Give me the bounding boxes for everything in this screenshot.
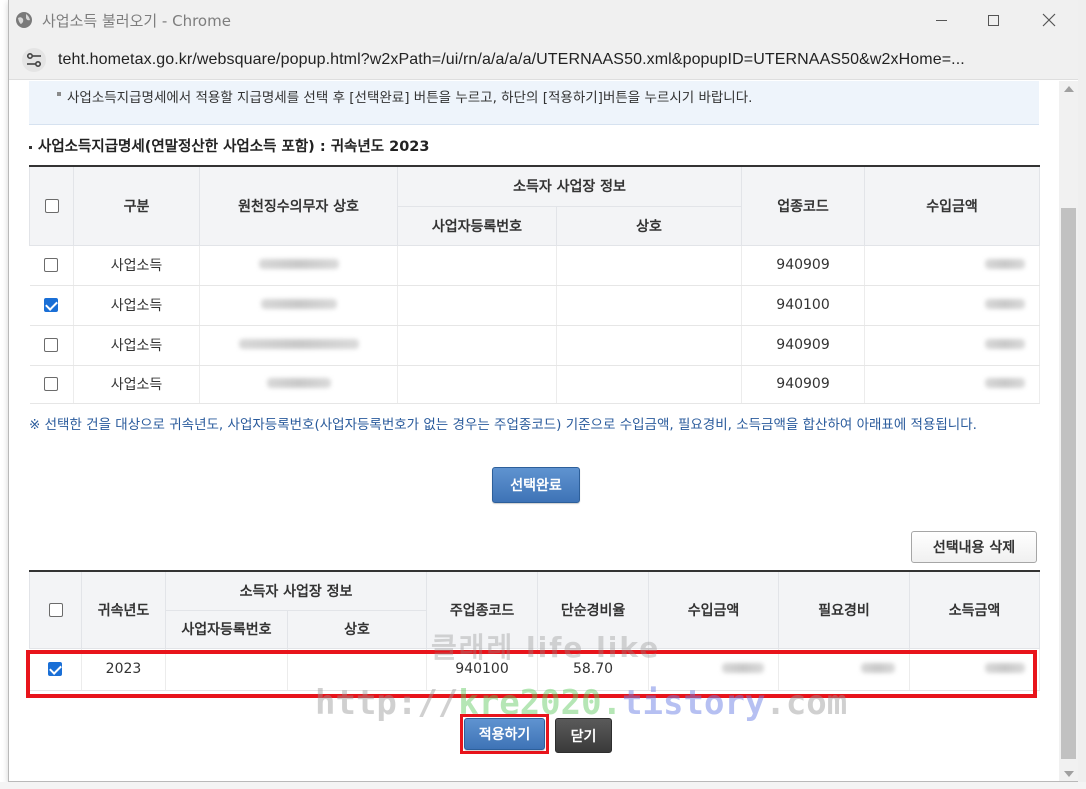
- redacted-text: [238, 339, 359, 349]
- revenue-cell: [864, 325, 1041, 366]
- select-done-button[interactable]: 선택완료: [492, 467, 580, 503]
- category-cell: 사업소득: [73, 325, 200, 366]
- watermark-url-part: .com: [765, 683, 848, 723]
- redacted-text: [985, 299, 1026, 309]
- header-revenue: 수입금액: [864, 165, 1041, 246]
- section-title: 사업소득지급명세(연말정산한 사업소득 포함) : 귀속년도 2023: [29, 135, 429, 156]
- minimize-icon: [935, 19, 947, 21]
- watermark-url-part: http://: [315, 683, 459, 723]
- category-cell: 사업소득: [73, 245, 200, 286]
- biz-reg-no-cell: [397, 285, 557, 326]
- redacted-text: [985, 378, 1026, 388]
- biz-reg-no-cell: [397, 365, 557, 404]
- header-trade-name: 상호: [555, 205, 743, 246]
- header-category: 구분: [73, 165, 200, 246]
- minimize-button[interactable]: [913, 0, 969, 40]
- globe-icon: [15, 11, 33, 29]
- select-all-header: [29, 570, 82, 649]
- row-checkbox[interactable]: [44, 298, 59, 312]
- select-all-header: [29, 165, 74, 246]
- bullet-icon: [57, 92, 61, 96]
- table-row[interactable]: 사업소득 940909: [29, 325, 1041, 366]
- redacted-text: [985, 339, 1026, 349]
- industry-code-cell: 940100: [741, 285, 866, 326]
- scroll-down-icon[interactable]: [1064, 771, 1074, 777]
- notice-box: 사업소득지급명세에서 적용할 지급명세를 선택 후 [선택완료] 버튼을 누르고…: [29, 81, 1039, 125]
- header-industry-code: 업종코드: [741, 165, 866, 246]
- address-bar: teht.hometax.go.kr/websquare/popup.html?…: [9, 40, 1085, 80]
- maximize-icon: [987, 14, 999, 26]
- site-settings-icon[interactable]: [21, 47, 47, 73]
- category-cell: 사업소득: [73, 365, 200, 404]
- maximize-button[interactable]: [965, 0, 1021, 40]
- select-all-checkbox[interactable]: [48, 602, 63, 617]
- withholder-cell: [199, 245, 398, 286]
- row-checkbox-cell: [29, 245, 74, 286]
- row-checkbox[interactable]: [44, 338, 59, 352]
- revenue-cell: [864, 365, 1041, 404]
- redacted-text: [985, 259, 1026, 269]
- notice-text: 사업소득지급명세에서 적용할 지급명세를 선택 후 [선택완료] 버튼을 누르고…: [67, 90, 753, 106]
- row-checkbox[interactable]: [44, 377, 59, 391]
- industry-code-cell: 940909: [741, 365, 866, 404]
- watermark-url: http://kre2020.tistory.com: [315, 683, 847, 723]
- popup-window: 사업소득 불러오기 - Chrome teht.hometax.go.kr/we…: [8, 0, 1086, 782]
- trade-name-cell: [556, 365, 743, 404]
- apply-button[interactable]: 적용하기: [464, 718, 545, 750]
- industry-code-cell: 940909: [741, 245, 866, 286]
- close-icon: [1042, 13, 1056, 27]
- row-checkbox-cell: [29, 285, 74, 326]
- header-biz-reg-no: 사업자등록번호: [397, 205, 557, 246]
- close-window-button[interactable]: [1021, 0, 1077, 40]
- redacted-text: [260, 299, 337, 309]
- vertical-scrollbar[interactable]: [1059, 81, 1078, 781]
- redacted-text: [266, 378, 331, 388]
- trade-name-cell: [556, 325, 743, 366]
- table-row[interactable]: 사업소득 940100: [29, 285, 1041, 326]
- scrollbar-thumb[interactable]: [1061, 208, 1076, 759]
- window-title: 사업소득 불러오기 - Chrome: [42, 11, 231, 30]
- section-title-text: 사업소득지급명세(연말정산한 사업소득 포함) : 귀속년도 2023: [38, 139, 430, 155]
- industry-code-cell: 940909: [741, 325, 866, 366]
- payment-statement-table: 구분 원천징수의무자 상호 소득자 사업장 정보 업종코드 수입금액 사업자등록…: [29, 165, 1041, 404]
- delete-selected-button[interactable]: 선택내용 삭제: [911, 531, 1037, 563]
- revenue-cell: [864, 285, 1041, 326]
- table-row[interactable]: 사업소득 940909: [29, 245, 1041, 286]
- withholder-cell: [199, 285, 398, 326]
- header-income-earner-group: 소득자 사업장 정보: [164, 570, 428, 611]
- category-cell: 사업소득: [73, 285, 200, 326]
- row-checkbox[interactable]: [44, 258, 59, 272]
- watermark-brand: 클래레 life like: [431, 631, 661, 664]
- background-page-edge: [1078, 0, 1086, 789]
- biz-reg-no-cell: [397, 245, 557, 286]
- background-page-edge: [0, 782, 1086, 789]
- info-note: ※ 선택한 건을 대상으로 귀속년도, 사업자등록번호(사업자등록번호가 없는 …: [29, 417, 977, 433]
- withholder-cell: [199, 365, 398, 404]
- biz-reg-no-cell: [397, 325, 557, 366]
- header-income-earner-group: 소득자 사업장 정보: [396, 165, 743, 207]
- redacted-text: [258, 259, 339, 269]
- header-revenue: 수입금액: [648, 570, 780, 649]
- close-button[interactable]: 닫기: [555, 718, 612, 753]
- header-trade-name: 상호: [286, 609, 428, 649]
- trade-name-cell: [556, 245, 743, 286]
- trade-name-cell: [556, 285, 743, 326]
- revenue-cell: [864, 245, 1041, 286]
- select-all-checkbox[interactable]: [44, 198, 59, 213]
- header-biz-reg-no: 사업자등록번호: [165, 609, 288, 649]
- bullet-icon: [29, 145, 32, 149]
- url-text[interactable]: teht.hometax.go.kr/websquare/popup.html?…: [58, 51, 965, 69]
- table-row[interactable]: 사업소득 940909: [29, 365, 1041, 404]
- title-bar: 사업소득 불러오기 - Chrome: [9, 0, 1085, 40]
- withholder-cell: [199, 325, 398, 366]
- scroll-up-icon[interactable]: [1064, 86, 1074, 92]
- popup-content: 사업소득지급명세에서 적용할 지급명세를 선택 후 [선택완료] 버튼을 누르고…: [9, 81, 1059, 781]
- header-income: 소득금액: [909, 570, 1041, 649]
- row-checkbox-cell: [29, 365, 74, 404]
- watermark-url-part: tistory: [622, 683, 766, 723]
- row-checkbox-cell: [29, 325, 74, 366]
- header-withholder: 원천징수의무자 상호: [199, 165, 398, 246]
- header-expenses: 필요경비: [778, 570, 911, 649]
- header-year: 귀속년도: [81, 570, 166, 649]
